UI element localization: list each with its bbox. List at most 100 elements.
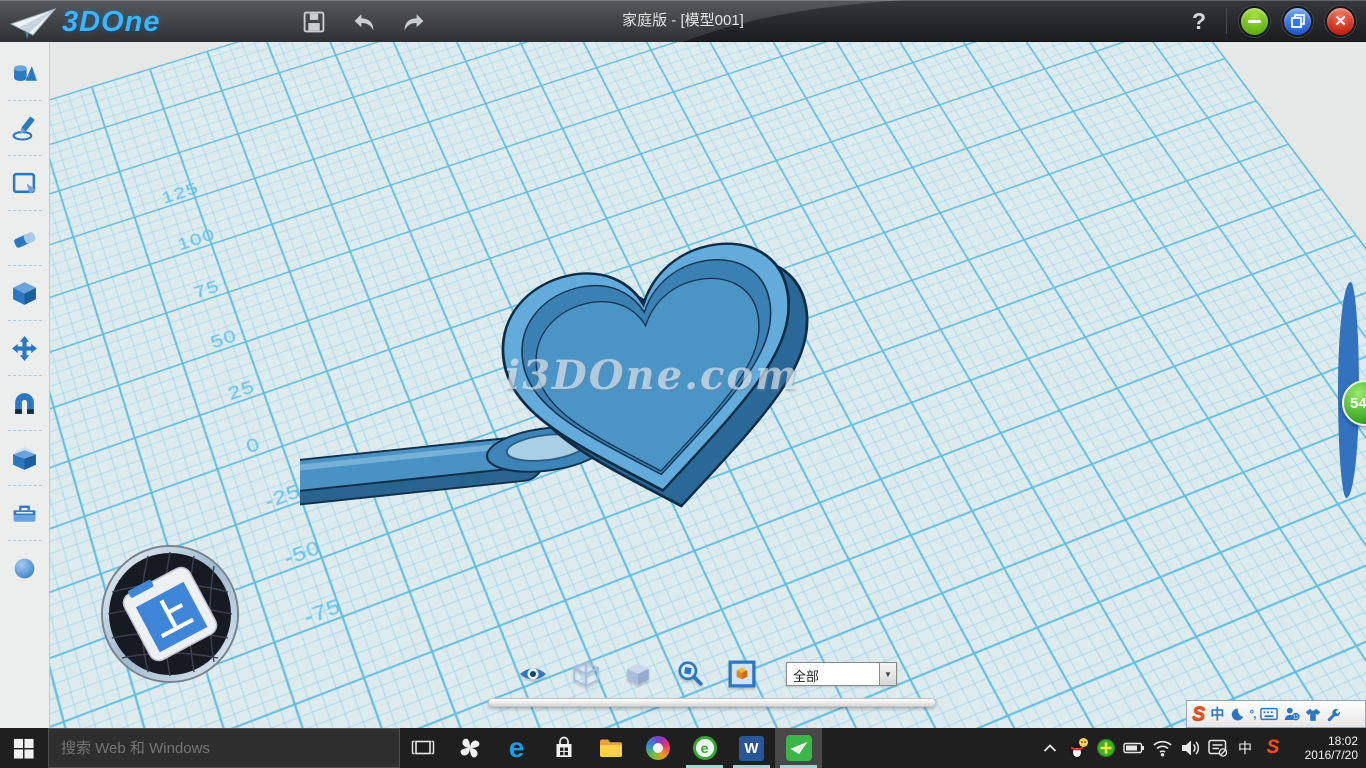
sidebar-separator — [8, 540, 42, 541]
wireframe-display-button[interactable] — [572, 660, 600, 688]
primitive-solids-button[interactable] — [1, 48, 49, 98]
sidebar-separator — [8, 210, 42, 211]
minimize-icon — [1248, 20, 1261, 23]
volume-icon — [1180, 738, 1201, 758]
shaded-display-button[interactable] — [624, 660, 652, 688]
3done-app-icon — [786, 735, 812, 761]
eraser-deform-button[interactable] — [1, 213, 49, 263]
model-handle-top — [300, 434, 544, 500]
open-box-combine-button[interactable] — [1, 433, 49, 483]
eraser-icon — [11, 225, 38, 252]
help-button[interactable]: ? — [1184, 8, 1214, 35]
undo-button[interactable] — [350, 8, 378, 36]
green-e-browser-icon: e — [693, 736, 717, 760]
model-heart-wall — [516, 248, 785, 501]
minimize-button[interactable] — [1239, 6, 1270, 37]
sogou-tray-icon[interactable]: S — [1258, 728, 1288, 768]
sidebar-separator — [8, 375, 42, 376]
model-heart-floor — [531, 268, 772, 495]
visibility-eye-button[interactable] — [518, 663, 548, 685]
taskbar-app-360browser[interactable] — [634, 728, 681, 768]
zoom-view-button[interactable] — [676, 660, 704, 688]
titlebar-divider — [1226, 8, 1227, 34]
model-heart-base — [515, 246, 824, 536]
tray-battery[interactable] — [1120, 728, 1148, 768]
feature-cube-button[interactable] — [1, 268, 49, 318]
close-button[interactable]: ✕ — [1325, 6, 1356, 37]
grid-surface — [50, 42, 1366, 728]
grid-axis-label-left: 25 — [225, 376, 258, 405]
view-slider-bar[interactable] — [488, 698, 936, 707]
display-filter-select[interactable]: 全部 ▼ — [786, 662, 897, 686]
taskbar-clock[interactable]: 18:02 2016/7/20 — [1288, 728, 1366, 768]
tool-sidebar — [0, 42, 50, 728]
tray-expand-button[interactable] — [1036, 728, 1064, 768]
taskbar-app-edge[interactable]: e — [493, 728, 540, 768]
taskbar-app-explorer[interactable] — [587, 728, 634, 768]
search-input[interactable] — [61, 740, 399, 757]
taskbar-app-green-browser[interactable]: e — [681, 728, 728, 768]
grid-axis-label-left: 0 — [243, 433, 263, 459]
skin-shirt-icon[interactable] — [1305, 707, 1321, 722]
user-account-icon[interactable]: 11 — [1283, 706, 1300, 722]
fit-view-button[interactable] — [728, 660, 756, 688]
task-view-icon — [411, 738, 435, 758]
tray-volume[interactable] — [1176, 728, 1204, 768]
viewport-canvas[interactable]: 1251007550250-25-50-750255075100125 — [50, 42, 1366, 728]
taskbar-app-3done[interactable] — [775, 728, 822, 768]
toolbox-button[interactable] — [1, 488, 49, 538]
3done-app-screen: 3DOne 家庭版 - [模型001] — [0, 0, 1366, 768]
chinese-mode-toggle[interactable]: 中 — [1210, 704, 1224, 724]
taskbar-search[interactable] — [48, 728, 400, 768]
antivirus-green-icon — [1096, 738, 1116, 758]
task-view-button[interactable] — [400, 728, 446, 768]
fullwidth-moon-icon[interactable] — [1229, 707, 1244, 722]
clock-time: 18:02 — [1328, 734, 1358, 748]
view-cube[interactable]: 上 — [96, 540, 244, 688]
wireframe-cube-icon — [572, 660, 600, 688]
language-indicator[interactable]: 中 — [1232, 728, 1258, 768]
magnet-snap-button[interactable] — [1, 378, 49, 428]
move-transform-button[interactable] — [1, 323, 49, 373]
undo-icon — [352, 10, 376, 34]
tray-wifi[interactable] — [1148, 728, 1176, 768]
heart-model[interactable] — [300, 162, 940, 602]
sogou-logo-icon[interactable]: S — [1192, 703, 1205, 726]
windows-taskbar: e e W — [0, 728, 1366, 768]
taskbar-app-store[interactable] — [540, 728, 587, 768]
chevron-up-icon — [1043, 743, 1057, 753]
zoom-magnifier-icon — [676, 660, 704, 688]
chevron-down-icon[interactable]: ▼ — [879, 663, 896, 685]
word-icon: W — [739, 736, 764, 761]
tray-ime-notify[interactable] — [1204, 728, 1232, 768]
soft-keyboard-icon[interactable] — [1260, 707, 1278, 721]
sketch-rectangle-button[interactable] — [1, 158, 49, 208]
file-explorer-icon — [598, 737, 624, 759]
tray-antivirus[interactable] — [1092, 728, 1120, 768]
sketch-draw-button[interactable] — [1, 103, 49, 153]
taskbar-app-word[interactable]: W — [728, 728, 775, 768]
sidebar-separator — [8, 100, 42, 101]
save-button[interactable] — [300, 8, 328, 36]
windows-logo-icon — [13, 737, 35, 759]
titlebar-swoosh — [0, 0, 1366, 42]
grid-axis-label-left: -50 — [281, 535, 324, 571]
punctuation-mode-toggle[interactable]: °, — [1249, 707, 1255, 721]
sketch-pencil-icon — [11, 115, 38, 142]
sidebar-separator — [8, 265, 42, 266]
restore-button[interactable] — [1282, 6, 1313, 37]
taskbar-app-pinwheel[interactable] — [446, 728, 493, 768]
material-sphere-button[interactable] — [1, 543, 49, 593]
toolbox-icon — [11, 500, 38, 527]
redo-button[interactable] — [400, 8, 428, 36]
svg-text:11: 11 — [1293, 715, 1299, 721]
tray-qq[interactable] — [1064, 728, 1092, 768]
settings-wrench-icon[interactable] — [1326, 707, 1341, 722]
sidebar-separator — [8, 320, 42, 321]
move-arrows-icon — [11, 335, 38, 362]
model-heart-rim — [496, 230, 805, 520]
ime-notify-icon — [1207, 738, 1229, 758]
titlebar-actions — [300, 8, 428, 36]
start-button[interactable] — [0, 728, 48, 768]
360-browser-ball-icon — [646, 736, 670, 760]
